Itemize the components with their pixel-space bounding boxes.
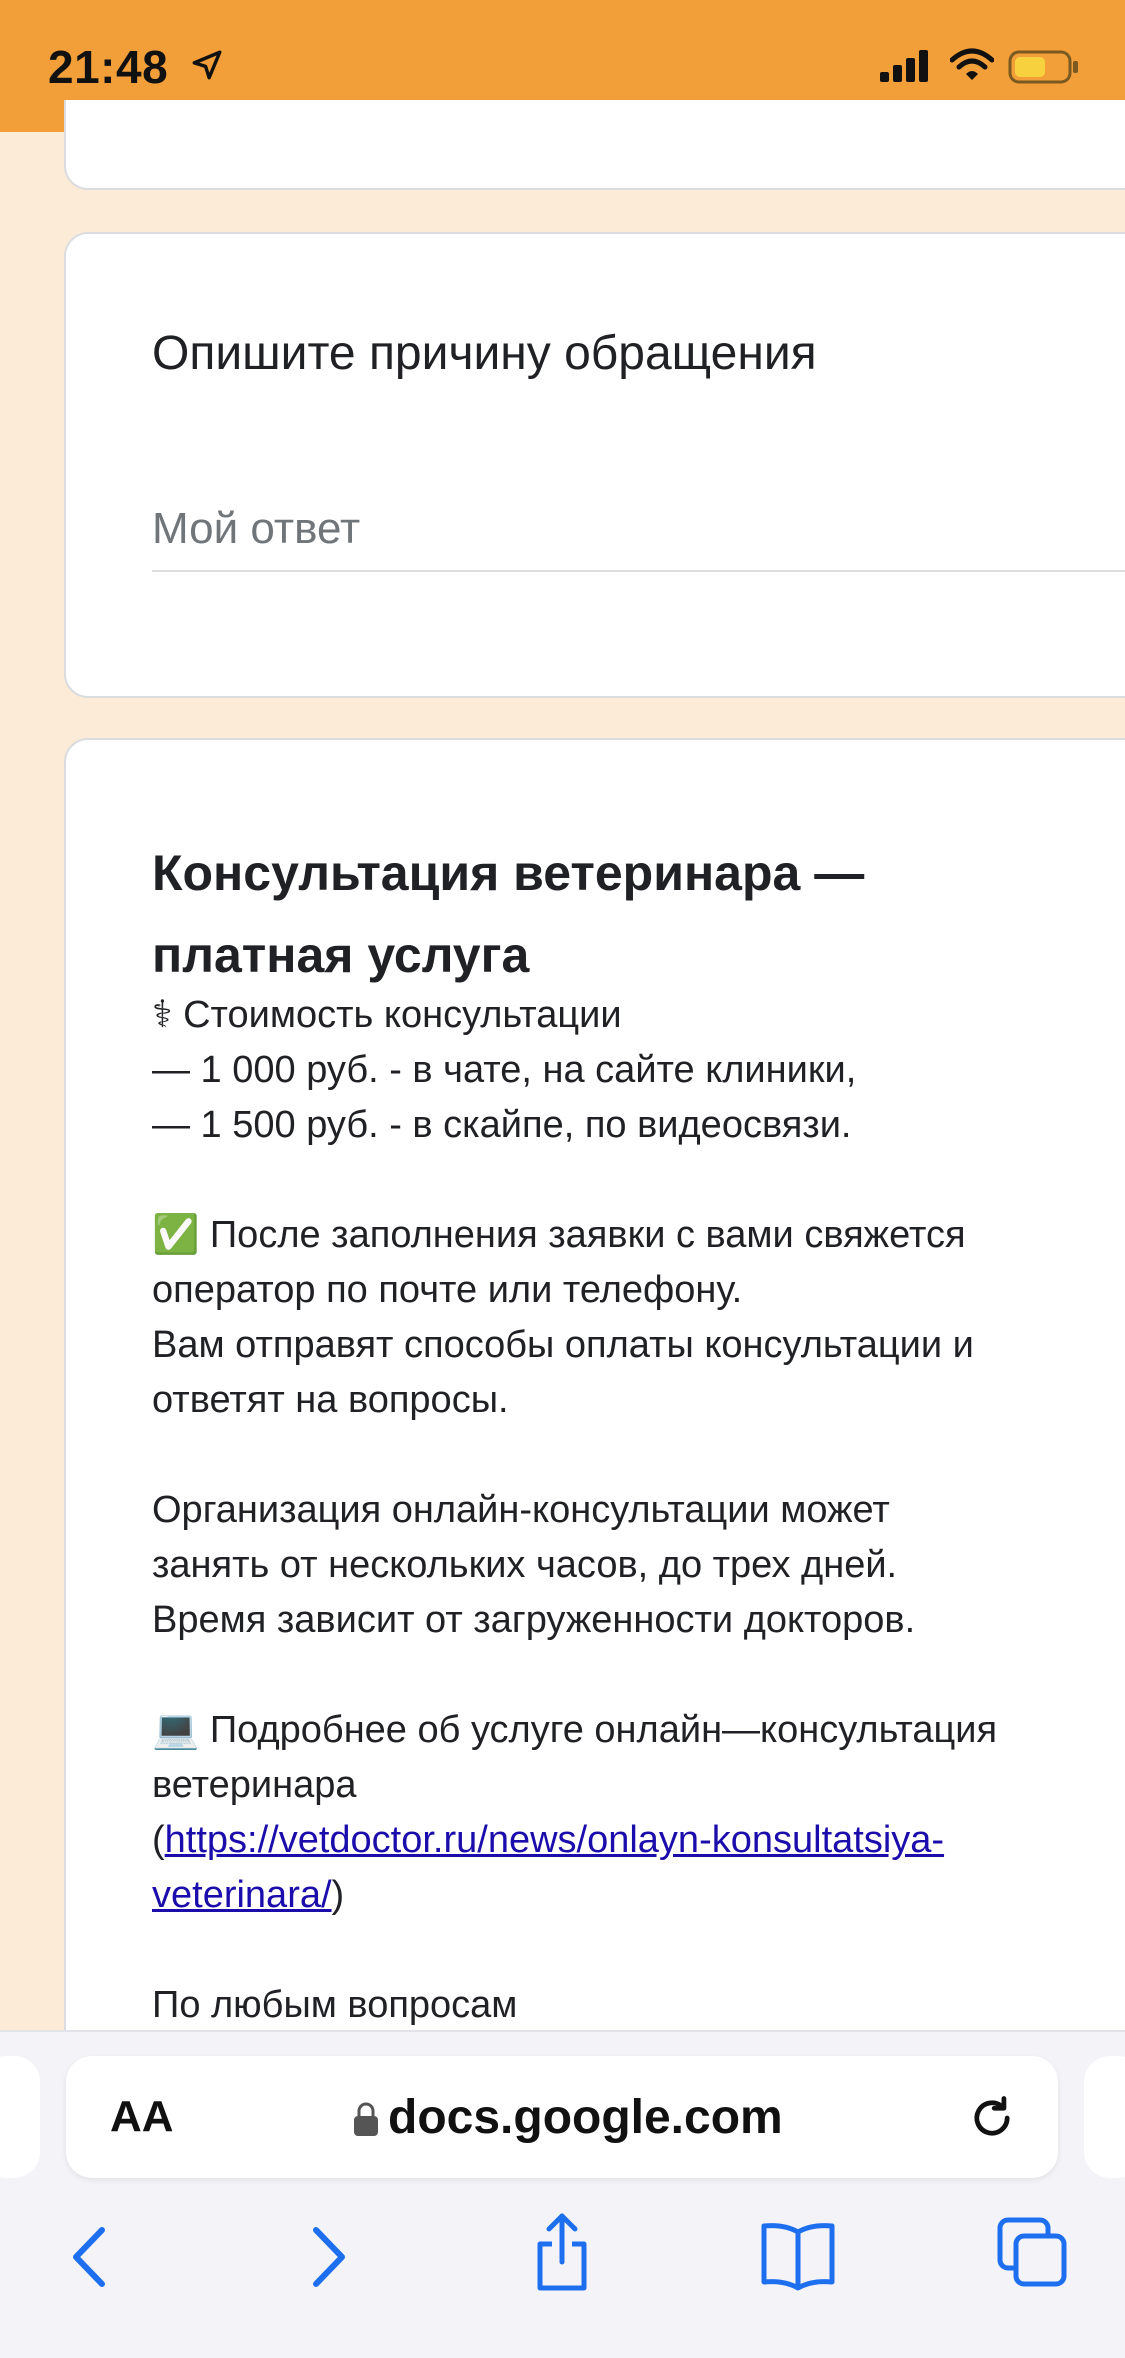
info-line: Время зависит от загруженности докторов. <box>152 1599 916 1641</box>
info-card: Консультация ветеринара — платная услуга… <box>64 738 1125 2138</box>
info-line: Вам отправят способы оплаты консультации… <box>152 1324 974 1366</box>
location-arrow-icon <box>192 50 222 80</box>
share-icon[interactable] <box>532 2210 592 2294</box>
info-line: 💻 Подробнее об услуге онлайн—консультаци… <box>152 1709 998 1751</box>
info-title: Консультация ветеринара — платная услуга <box>152 845 865 983</box>
text-size-button[interactable]: AA <box>110 2092 174 2142</box>
link-paren-open: ( <box>152 1819 165 1861</box>
info-line: ✅ После заполнения заявки с вами свяжетс… <box>152 1214 966 1256</box>
question-card: Опишите причину обращения Мой ответ <box>64 232 1125 698</box>
link-paren-close: ) <box>331 1874 345 1916</box>
info-link-line: veterinara/) <box>152 1868 1125 1923</box>
question-title: Опишите причину обращения <box>152 327 817 380</box>
forward-icon[interactable] <box>304 2222 354 2292</box>
lock-icon <box>354 2102 378 2136</box>
battery-low-power-icon <box>1008 50 1078 84</box>
info-line: Организация онлайн-консультации может <box>152 1489 890 1531</box>
answer-placeholder: Мой ответ <box>152 504 361 553</box>
answer-input[interactable]: Мой ответ <box>152 504 1125 572</box>
address-bar[interactable]: AA docs.google.com <box>66 2056 1058 2178</box>
info-line: ответят на вопросы. <box>152 1379 509 1421</box>
browser-toolbar <box>0 2213 1125 2312</box>
reload-icon[interactable] <box>966 2092 1018 2144</box>
tabs-icon[interactable] <box>996 2216 1070 2290</box>
info-description: ⚕ Стоимость консультации — 1 000 руб. - … <box>152 988 1125 2033</box>
address-domain[interactable]: docs.google.com <box>388 2090 783 2145</box>
back-icon[interactable] <box>64 2222 114 2292</box>
browser-bottom-bar: AA docs.google.com <box>0 2030 1125 2358</box>
vetdoctor-link[interactable]: https://vetdoctor.ru/news/onlayn-konsult… <box>165 1819 944 1861</box>
info-line: По любым вопросам <box>152 1984 518 2026</box>
wifi-icon <box>950 48 994 80</box>
info-line: — 1 000 руб. - в чате, на сайте клиники, <box>152 1049 857 1091</box>
status-time: 21:48 <box>48 41 169 93</box>
info-line: занять от нескольких часов, до трех дней… <box>152 1544 898 1586</box>
bookmarks-icon[interactable] <box>758 2218 838 2292</box>
vetdoctor-link-continued[interactable]: veterinara/ <box>152 1874 332 1916</box>
info-line: ветеринара <box>152 1764 357 1806</box>
info-line: оператор по почте или телефону. <box>152 1269 743 1311</box>
previous-tab-preview[interactable] <box>0 2056 40 2178</box>
info-link-line: (https://vetdoctor.ru/news/onlayn-konsul… <box>152 1813 1125 1868</box>
cellular-signal-icon <box>880 50 928 82</box>
info-line: — 1 500 руб. - в скайпе, по видеосвязи. <box>152 1104 852 1146</box>
info-line: ⚕ Стоимость консультации <box>152 994 622 1036</box>
previous-question-card <box>64 100 1125 190</box>
next-tab-preview[interactable] <box>1084 2056 1125 2178</box>
